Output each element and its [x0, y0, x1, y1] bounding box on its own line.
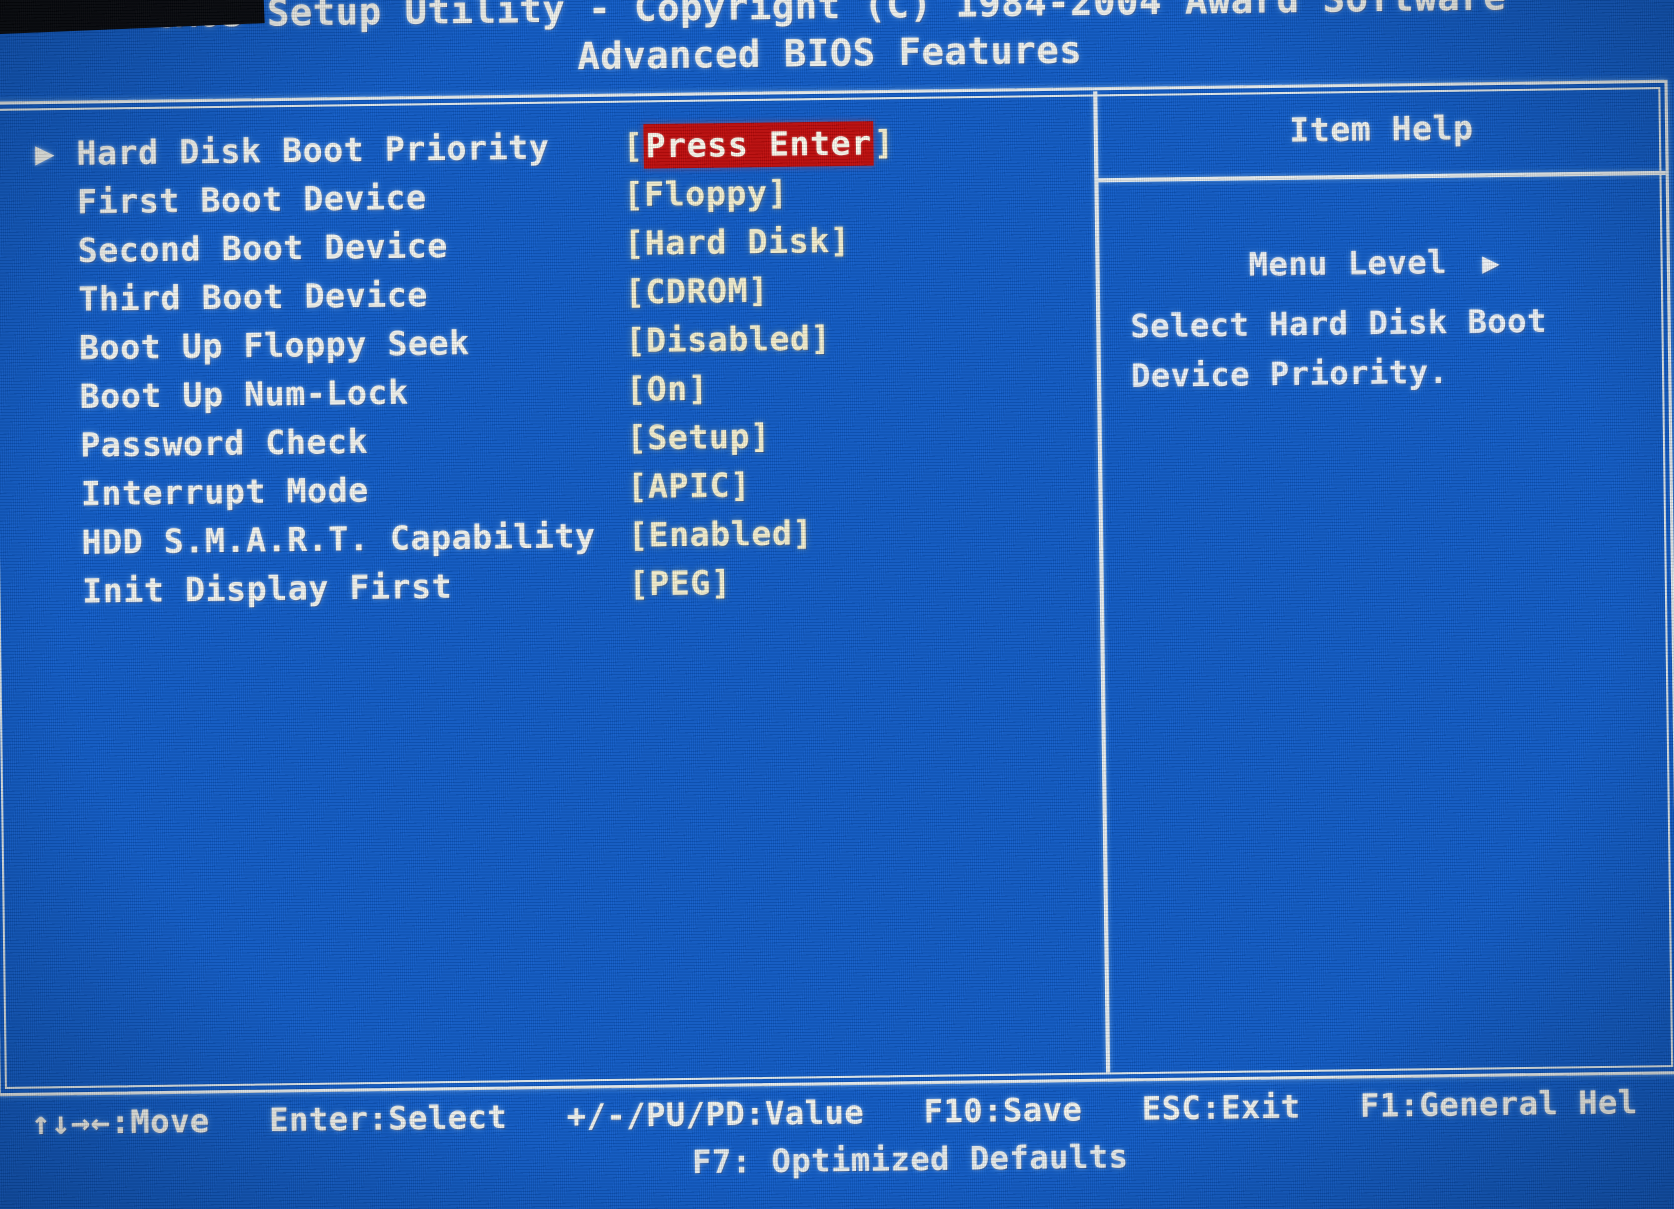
bios-option-value[interactable]: [Disabled] [625, 318, 831, 360]
value-text: APIC [647, 465, 731, 507]
bios-option-value[interactable]: [PEG] [628, 563, 731, 604]
bios-option-label: Second Boot Device [77, 226, 449, 271]
value-bracket-close: ] [729, 465, 752, 505]
menu-level-arrow-icon: ▶ [1481, 245, 1501, 280]
value-text: CDROM [645, 270, 749, 312]
submenu-arrow-icon: ▶ [34, 134, 55, 173]
bios-option-value[interactable]: [Floppy] [623, 173, 788, 214]
bios-option-value[interactable]: [Hard Disk] [624, 221, 851, 263]
value-bracket-open: [ [623, 174, 645, 215]
value-bracket-open: [ [627, 466, 649, 507]
value-bracket-close: ] [829, 220, 851, 261]
item-help-title: Item Help [1289, 108, 1474, 150]
value-bracket-close: ] [710, 562, 732, 603]
bios-option-label: First Boot Device [76, 177, 427, 222]
value-bracket-open: [ [626, 418, 648, 458]
value-bracket-close: ] [810, 318, 832, 358]
bios-option-value[interactable]: [Press Enter] [622, 121, 895, 169]
value-bracket-open: [ [628, 564, 650, 604]
status-bar-defaults: F7: Optimized Defaults [691, 1138, 1129, 1182]
value-text: PEG [648, 563, 712, 604]
bios-option-label: Boot Up Num-Lock [79, 372, 409, 417]
value-bracket-close: ] [687, 368, 709, 409]
bios-option-value[interactable]: [Setup] [627, 416, 771, 457]
bios-option-label: Interrupt Mode [80, 470, 370, 514]
bios-option-value[interactable]: [On] [626, 369, 709, 409]
value-text: Floppy [643, 173, 768, 215]
value-text: Hard Disk [644, 221, 831, 263]
value-bracket-open: [ [625, 320, 647, 361]
item-help-text-line-1: Select Hard Disk Boot [1130, 302, 1548, 346]
value-text: Press Enter [643, 121, 875, 169]
value-bracket-open: [ [627, 515, 649, 555]
bios-option-label: Third Boot Device [78, 275, 429, 319]
value-text: Setup [647, 416, 751, 458]
value-text: On [646, 368, 689, 409]
value-bracket-open: [ [623, 223, 646, 264]
bios-option-value[interactable]: [CDROM] [625, 271, 769, 312]
bios-option-label: Init Display First [81, 566, 453, 611]
value-bracket-open: [ [622, 126, 644, 166]
value-bracket-close: ] [747, 270, 770, 311]
value-bracket-close: ] [873, 122, 895, 163]
bios-option-value[interactable]: [APIC] [627, 465, 751, 506]
value-bracket-open: [ [624, 272, 646, 312]
bios-screen: CMOS Setup Utility - Copyright (C) 1984-… [0, 0, 1674, 1209]
value-text: Disabled [645, 318, 811, 361]
bios-option-label: Boot Up Floppy Seek [78, 323, 470, 368]
item-help-text-line-2: Device Priority. [1130, 353, 1449, 396]
value-text: Enabled [648, 513, 793, 555]
value-bracket-close: ] [767, 172, 789, 213]
value-bracket-close: ] [792, 513, 814, 553]
menu-level-label: Menu Level [1248, 244, 1448, 284]
bios-option-label: HDD S.M.A.R.T. Capability [81, 516, 596, 563]
value-bracket-close: ] [749, 416, 771, 457]
bios-option-label: Password Check [80, 421, 369, 465]
bios-option-value[interactable]: [Enabled] [628, 513, 814, 555]
bios-option-label: Hard Disk Boot Priority [76, 127, 550, 173]
value-bracket-open: [ [625, 369, 647, 410]
